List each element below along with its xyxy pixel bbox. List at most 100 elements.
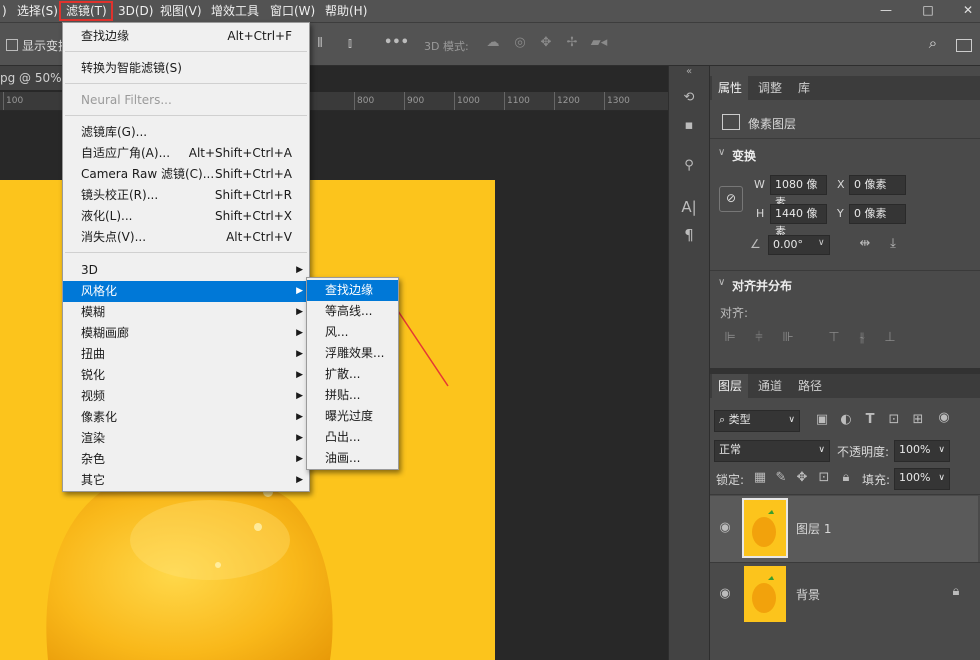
submenu-item-oil-paint[interactable]: 油画... [307,448,398,469]
menu-view[interactable]: 视图(V) [160,3,202,19]
transform-toggle-icon[interactable]: ∨ [718,147,725,158]
more-options-icon[interactable]: ••• [384,35,409,50]
menu-item-blur[interactable]: 模糊 ▶ [63,302,309,323]
filter-pixel-icon[interactable]: ▣ [814,412,830,427]
layer-row[interactable]: ◉ 图层 1 [710,496,978,562]
collapse-icon[interactable]: « [679,66,699,77]
layer-filter-select[interactable]: ⌕ 类型 ∨ [714,410,800,432]
character-icon[interactable]: A| [679,198,699,216]
submenu-item-contour[interactable]: 等高线... [307,301,398,322]
lock-all-icon[interactable]: 🔒︎ [838,470,854,485]
tab-channels[interactable]: 通道 [752,374,788,398]
menu-plugins[interactable]: 增效工具 [211,3,259,19]
submenu-item-solarize[interactable]: 曝光过度 [307,406,398,427]
menu-item-liquify[interactable]: 液化(L)... Shift+Ctrl+X [63,206,309,227]
lock-brush-icon[interactable]: ✎ [773,470,789,485]
filter-smart-icon[interactable]: ⊞ [910,412,926,427]
submenu-arrow-icon: ▶ [296,349,303,359]
align-icon[interactable]: ⫾ [342,36,358,51]
submenu-item-find-edges[interactable]: 查找边缘 [307,280,398,301]
lock-transparent-icon[interactable]: ▦ [752,470,768,485]
flip-horizontal-icon[interactable]: ⇹ [856,236,874,251]
submenu-item-emboss[interactable]: 浮雕效果... [307,343,398,364]
menu-item-render[interactable]: 渲染 ▶ [63,428,309,449]
chevron-down-icon[interactable]: ∨ [818,238,825,248]
submenu-item-diffuse[interactable]: 扩散... [307,364,398,385]
close-icon[interactable]: ✕ [948,0,980,22]
menu-item-camera-raw[interactable]: Camera Raw 滤镜(C)... Shift+Ctrl+A [63,164,309,185]
filter-toggle-icon[interactable]: ◉ [936,410,952,425]
height-field[interactable]: 1440 像素 [770,204,827,238]
link-icon[interactable]: ⊘ [719,186,743,212]
align-center-icon[interactable]: ⫩ [751,330,767,345]
menu-item-sharpen[interactable]: 锐化 ▶ [63,365,309,386]
minimize-icon[interactable]: — [866,0,906,22]
menu-item-noise[interactable]: 杂色 ▶ [63,449,309,470]
lock-move-icon[interactable]: ✥ [794,470,810,485]
align-right-icon[interactable]: ⊪ [780,330,796,345]
submenu-item-extrude[interactable]: 凸出... [307,427,398,448]
menu-item-stylize[interactable]: 风格化 ▶ [63,281,309,302]
submenu-item-tiles[interactable]: 拼贴... [307,385,398,406]
filter-type-icon[interactable]: T [862,412,878,427]
menu-item-3d[interactable]: 3D ▶ [63,260,309,281]
fill-field[interactable]: 100% ∨ [894,468,950,490]
tab-adjustments[interactable]: 调整 [752,76,788,100]
align-top-icon[interactable]: ⊤ [826,330,842,345]
y-field[interactable]: 0 像素 [849,204,906,224]
submenu-item-wind[interactable]: 风... [307,322,398,343]
stamp-icon[interactable]: ⚲ [679,158,699,173]
workspace-icon[interactable] [956,39,972,52]
filter-adjustment-icon[interactable]: ◐ [838,412,854,427]
filter-menu: 查找边缘 Alt+Ctrl+F 转换为智能滤镜(S) Neural Filters… [62,22,310,492]
tab-paths[interactable]: 路径 [792,374,828,398]
menu-item-vanishing-point[interactable]: 消失点(V)... Alt+Ctrl+V [63,227,309,248]
ruler-tick: 100 [6,96,24,106]
3d-camera-icon[interactable]: ▰◂ [589,35,609,50]
tab-libraries[interactable]: 库 [792,76,816,100]
menu-item-adaptive-wide-angle[interactable]: 自适应广角(A)... Alt+Shift+Ctrl+A [63,143,309,164]
menu-window[interactable]: 窗口(W) [270,3,315,19]
tab-properties[interactable]: 属性 [712,76,749,100]
layer-row[interactable]: ◉ 背景 🔒︎ [710,562,978,628]
x-field[interactable]: 0 像素 [849,175,906,195]
align-bottom-icon[interactable]: ⊥ [882,330,898,345]
align-left-icon[interactable]: ⊫ [722,330,738,345]
menu-item-distort[interactable]: 扭曲 ▶ [63,344,309,365]
menu-item-blur-gallery[interactable]: 模糊画廊 ▶ [63,323,309,344]
menu-3d[interactable]: 3D(D) [118,3,153,19]
width-field[interactable]: 1080 像素 [770,175,827,209]
menu-item-smart-filter[interactable]: 转换为智能滤镜(S) [63,58,309,79]
ruler-tick: 800 [357,96,375,106]
align-middle-icon[interactable]: ⫳ [854,330,870,345]
opacity-field[interactable]: 100% ∨ [894,440,950,462]
3d-orbit-icon[interactable]: ☁ [484,35,502,50]
menu-item-video[interactable]: 视频 ▶ [63,386,309,407]
paragraph-icon[interactable]: ¶ [679,226,699,244]
eye-icon[interactable]: ◉ [716,586,734,601]
menu-select[interactable]: 选择(S) [17,3,58,19]
blend-mode-value: 正常 [719,443,741,456]
3d-slide-icon[interactable]: ✢ [563,35,581,50]
maximize-icon[interactable]: □ [908,0,948,22]
distribute-icon[interactable]: ⫴ [312,36,328,51]
eye-icon[interactable]: ◉ [716,520,734,535]
menu-item-other[interactable]: 其它 ▶ [63,470,309,491]
lock-artboard-icon[interactable]: ⊡ [816,470,832,485]
comments-icon[interactable]: ▪ [679,118,699,133]
menu-help[interactable]: 帮助(H) [325,3,367,19]
menu-item-filter-gallery[interactable]: 滤镜库(G)... [63,122,309,143]
filter-shape-icon[interactable]: ⊡ [886,412,902,427]
menu-item-last-filter[interactable]: 查找边缘 Alt+Ctrl+F [63,26,309,47]
blend-mode-select[interactable]: 正常 ∨ [714,440,830,462]
history-icon[interactable]: ⟲ [679,90,699,105]
3d-roll-icon[interactable]: ◎ [511,35,529,50]
menu-item-pixelate[interactable]: 像素化 ▶ [63,407,309,428]
3d-pan-icon[interactable]: ✥ [537,35,555,50]
flip-vertical-icon[interactable]: ⤓ [884,236,902,251]
search-icon[interactable]: ⌕ [924,34,942,52]
show-transform-checkbox[interactable] [6,39,18,51]
menu-item-lens-correction[interactable]: 镜头校正(R)... Shift+Ctrl+R [63,185,309,206]
tab-layers[interactable]: 图层 [712,374,749,398]
align-toggle-icon[interactable]: ∨ [718,277,725,288]
